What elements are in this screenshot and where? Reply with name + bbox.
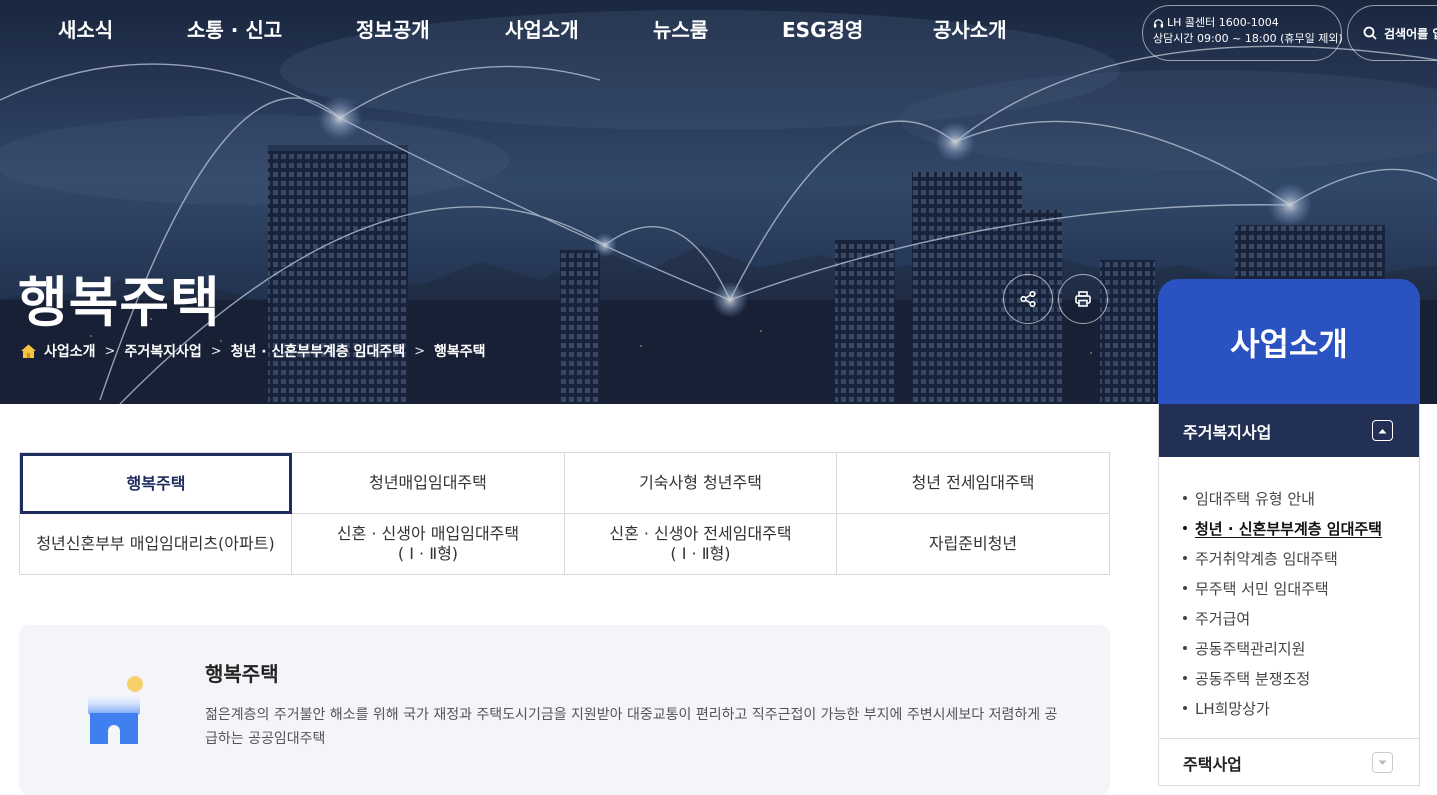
- tab-dormitory-youth[interactable]: 기숙사형 청년주택: [565, 453, 837, 514]
- side-item-youth-newlywed[interactable]: 청년 · 신혼부부계층 임대주택: [1183, 513, 1419, 543]
- chevron-down-icon[interactable]: [1372, 752, 1393, 773]
- print-icon: [1074, 290, 1092, 308]
- breadcrumb-item[interactable]: 주거복지사업: [124, 341, 201, 361]
- share-icon: [1019, 290, 1037, 308]
- headset-icon: [1153, 18, 1164, 29]
- house-icon: [79, 675, 149, 754]
- program-description: 젊은계층의 주거불안 해소를 위해 국가 재정과 주택도시기금을 지원받아 대중…: [205, 707, 1058, 747]
- side-item-housing-benefit[interactable]: 주거급여: [1183, 603, 1419, 633]
- nav-newsroom[interactable]: 뉴스룸: [653, 14, 708, 43]
- side-menu-title: 사업소개: [1158, 279, 1420, 404]
- call-center-hours: 상담시간 09:00 ~ 18:00 (휴무일 제외): [1153, 32, 1343, 45]
- print-button[interactable]: [1058, 274, 1108, 324]
- search-label: 검색어를 입력: [1384, 26, 1437, 41]
- tab-happy-housing[interactable]: 행복주택: [20, 453, 292, 514]
- side-menu-title-text: 사업소개: [1230, 324, 1348, 363]
- page-title: 행복주택: [18, 271, 221, 334]
- breadcrumb: 사업소개 > 주거복지사업 > 청년 · 신혼부부계층 임대주택 > 행복주택: [20, 341, 486, 361]
- side-menu: 주거복지사업 임대주택 유형 안내 청년 · 신혼부부계층 임대주택 주거취약계…: [1158, 404, 1420, 786]
- home-icon[interactable]: [20, 343, 37, 359]
- chevron-right-icon: >: [414, 343, 426, 359]
- tab-youth-reits[interactable]: 청년신혼부부 매입임대리츠(아파트): [20, 514, 292, 575]
- search-icon: [1363, 26, 1377, 40]
- tab-youth-purchase-rental[interactable]: 청년매입임대주택: [292, 453, 565, 514]
- tab-youth-jeonse[interactable]: 청년 전세임대주택: [837, 453, 1110, 514]
- side-item-hope-store[interactable]: LH희망상가: [1183, 693, 1419, 723]
- chevron-right-icon: >: [104, 343, 116, 359]
- nav-about[interactable]: 공사소개: [933, 14, 1007, 43]
- tab-self-reliant-youth[interactable]: 자립준비청년: [837, 514, 1110, 575]
- share-button[interactable]: [1003, 274, 1053, 324]
- side-item-dispute-mediation[interactable]: 공동주택 분쟁조정: [1183, 663, 1419, 693]
- side-section-label: 주택사업: [1183, 754, 1242, 774]
- nav-news[interactable]: 새소식: [58, 14, 113, 43]
- call-center-number: LH 콜센터 1600-1004: [1167, 16, 1279, 29]
- search-button[interactable]: 검색어를 입력: [1347, 5, 1437, 61]
- breadcrumb-item[interactable]: 사업소개: [44, 341, 96, 361]
- side-item-rental-types[interactable]: 임대주택 유형 안내: [1183, 483, 1419, 513]
- breadcrumb-item-current[interactable]: 행복주택: [434, 341, 486, 361]
- side-section-housing-welfare[interactable]: 주거복지사업: [1159, 404, 1419, 457]
- tab-newlywed-purchase[interactable]: 신혼 · 신생아 매입임대주택( Ⅰ · Ⅱ형): [292, 514, 565, 575]
- tab-newlywed-jeonse[interactable]: 신혼 · 신생아 전세임대주택( Ⅰ · Ⅱ형): [565, 514, 837, 575]
- nav-communication[interactable]: 소통 · 신고: [187, 14, 282, 43]
- side-item-vulnerable[interactable]: 주거취약계층 임대주택: [1183, 543, 1419, 573]
- program-title: 행복주택: [205, 662, 279, 686]
- call-center-info[interactable]: LH 콜센터 1600-1004 상담시간 09:00 ~ 18:00 (휴무일…: [1142, 5, 1343, 61]
- side-section-housing-business[interactable]: 주택사업: [1159, 738, 1419, 786]
- nav-disclosure[interactable]: 정보공개: [356, 14, 430, 43]
- side-item-apartment-management[interactable]: 공동주택관리지원: [1183, 633, 1419, 663]
- side-item-homeless[interactable]: 무주택 서민 임대주택: [1183, 573, 1419, 603]
- breadcrumb-item[interactable]: 청년 · 신혼부부계층 임대주택: [231, 341, 406, 361]
- nav-esg[interactable]: ESG경영: [782, 14, 863, 43]
- chevron-right-icon: >: [210, 343, 222, 359]
- sub-tab-grid: 행복주택 청년매입임대주택 기숙사형 청년주택 청년 전세임대주택 청년신혼부부…: [19, 452, 1110, 575]
- program-summary: 행복주택 젊은계층의 주거불안 해소를 위해 국가 재정과 주택도시기금을 지원…: [19, 625, 1110, 795]
- side-section-label: 주거복지사업: [1183, 422, 1272, 442]
- side-submenu: 임대주택 유형 안내 청년 · 신혼부부계층 임대주택 주거취약계층 임대주택 …: [1159, 457, 1419, 723]
- chevron-up-icon[interactable]: [1372, 420, 1393, 441]
- nav-business[interactable]: 사업소개: [505, 14, 579, 43]
